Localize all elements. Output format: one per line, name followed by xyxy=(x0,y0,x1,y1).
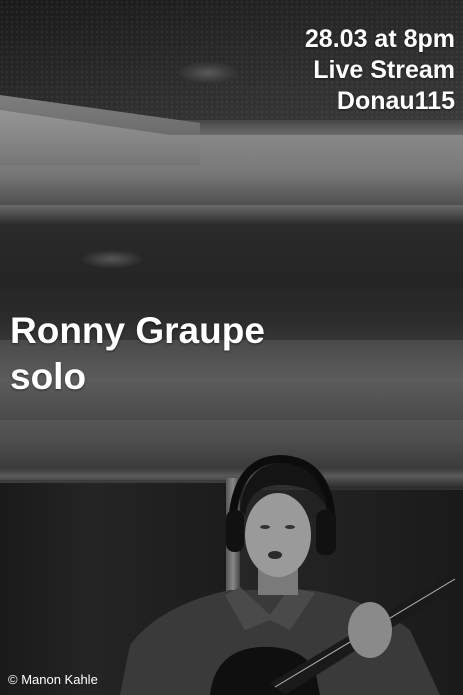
eye-left xyxy=(260,525,270,529)
mouth xyxy=(268,551,282,559)
ceiling-light-fixture xyxy=(82,250,142,268)
fretting-hand xyxy=(348,602,392,658)
event-info: 28.03 at 8pm Live Stream Donau115 xyxy=(305,24,455,117)
eye-right xyxy=(285,525,295,529)
ceiling-soffit xyxy=(0,110,463,205)
artist-name: Ronny Graupe xyxy=(10,310,265,351)
event-date-time: 28.03 at 8pm xyxy=(304,25,455,53)
ceiling-light-fixture xyxy=(178,62,238,84)
headphone-cup-left xyxy=(226,510,244,552)
headphone-cup-right xyxy=(316,510,336,555)
artist-title: Ronny Graupe solo xyxy=(10,308,265,400)
event-venue: Donau115 xyxy=(336,87,455,115)
photo-credit: © Manon Kahle xyxy=(8,672,98,687)
event-type: Live Stream xyxy=(313,56,455,84)
musician-photo xyxy=(120,455,463,695)
concert-poster: 28.03 at 8pm Live Stream Donau115 Ronny … xyxy=(0,0,463,695)
artist-format: solo xyxy=(10,356,87,397)
face xyxy=(245,493,311,577)
